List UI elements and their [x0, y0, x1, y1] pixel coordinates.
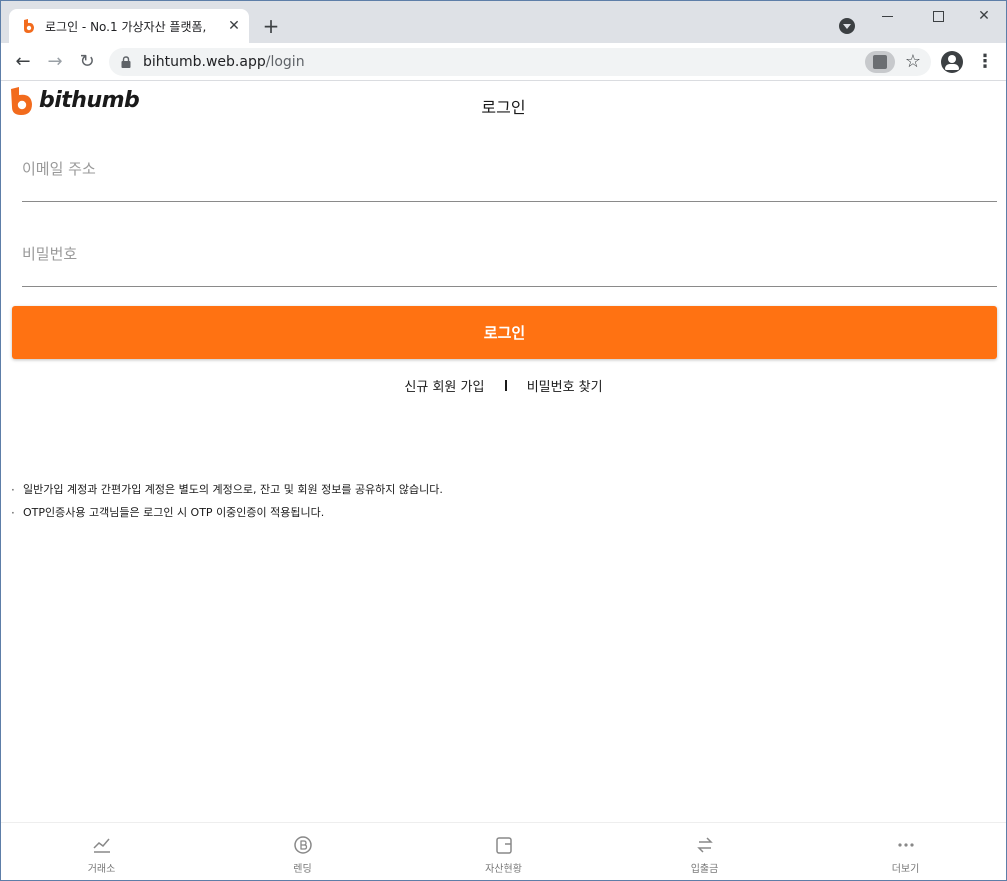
minimize-button[interactable] [873, 5, 903, 27]
nav-label: 더보기 [891, 864, 920, 875]
notice-list: 일반가입 계정과 간편가입 계정은 별도의 계정으로, 잔고 및 회원 정보를 … [11, 482, 991, 528]
browser-tab[interactable]: 로그인 - No.1 가상자산 플랫폼, ✕ [9, 9, 249, 43]
password-field [22, 229, 997, 287]
tab-close-icon[interactable]: ✕ [225, 17, 243, 35]
tab-title: 로그인 - No.1 가상자산 플랫폼, [45, 20, 207, 34]
email-field [22, 144, 997, 202]
address-bar[interactable]: bihtumb.web.app/login ☆ [109, 48, 931, 76]
nav-item-assets[interactable]: 자산현황 [403, 823, 604, 880]
url-text[interactable]: bihtumb.web.app/login [143, 54, 305, 70]
url-path: /login [265, 54, 305, 70]
notice-item: 일반가입 계정과 간편가입 계정은 별도의 계정으로, 잔고 및 회원 정보를 … [11, 482, 991, 505]
transfer-icon [696, 837, 713, 853]
search-tabs-icon[interactable] [839, 18, 855, 34]
browser-window: 로그인 - No.1 가상자산 플랫폼, ✕ + ✕ ← → ↻ bihtumb… [0, 0, 1007, 881]
tab-strip: 로그인 - No.1 가상자산 플랫폼, ✕ + ✕ [1, 1, 1006, 43]
wallet-icon [495, 837, 512, 854]
signup-link[interactable]: 신규 회원 가입 [404, 376, 484, 395]
browser-toolbar: ← → ↻ bihtumb.web.app/login ☆ ⋮ [1, 43, 1006, 81]
profile-icon[interactable] [941, 51, 963, 73]
close-window-button[interactable]: ✕ [969, 5, 999, 27]
forward-button[interactable]: → [43, 50, 67, 74]
nav-item-more[interactable]: 더보기 [805, 823, 1006, 880]
nav-label: 거래소 [87, 864, 116, 875]
bottom-nav: 거래소 렌딩 자산현황 입출금 더보기 [1, 822, 1006, 880]
maximize-button[interactable] [923, 5, 953, 27]
translate-icon[interactable] [865, 51, 895, 73]
find-password-link[interactable]: 비밀번호 찾기 [527, 376, 603, 395]
url-host: bihtumb.web.app [143, 54, 266, 70]
menu-icon[interactable]: ⋮ [975, 50, 995, 74]
link-divider [504, 380, 507, 391]
lock-icon[interactable] [121, 56, 131, 68]
email-input[interactable] [22, 156, 997, 182]
new-tab-button[interactable]: + [259, 15, 283, 39]
reload-button[interactable]: ↻ [75, 50, 99, 74]
password-input[interactable] [22, 241, 997, 267]
login-page: bithumb 로그인 로그인 신규 회원 가입 비밀번호 찾기 일반가입 계정… [1, 82, 1006, 880]
more-icon [897, 843, 914, 847]
star-icon[interactable]: ☆ [901, 50, 925, 74]
nav-item-exchange[interactable]: 거래소 [1, 823, 202, 880]
nav-label: 자산현황 [485, 864, 522, 875]
back-button[interactable]: ← [11, 50, 35, 74]
nav-item-transfer[interactable]: 입출금 [604, 823, 805, 880]
login-button[interactable]: 로그인 [12, 306, 997, 359]
nav-label: 렌딩 [293, 864, 312, 875]
nav-item-lending[interactable]: 렌딩 [202, 823, 403, 880]
nav-label: 입출금 [690, 864, 719, 875]
coin-icon [293, 836, 312, 854]
page-title: 로그인 [481, 98, 526, 117]
chart-icon [92, 838, 110, 853]
account-links: 신규 회원 가입 비밀번호 찾기 [1, 376, 1006, 395]
notice-item: OTP인증사용 고객님들은 로그인 시 OTP 이중인증이 적용됩니다. [11, 505, 991, 528]
favicon-icon [24, 19, 34, 33]
